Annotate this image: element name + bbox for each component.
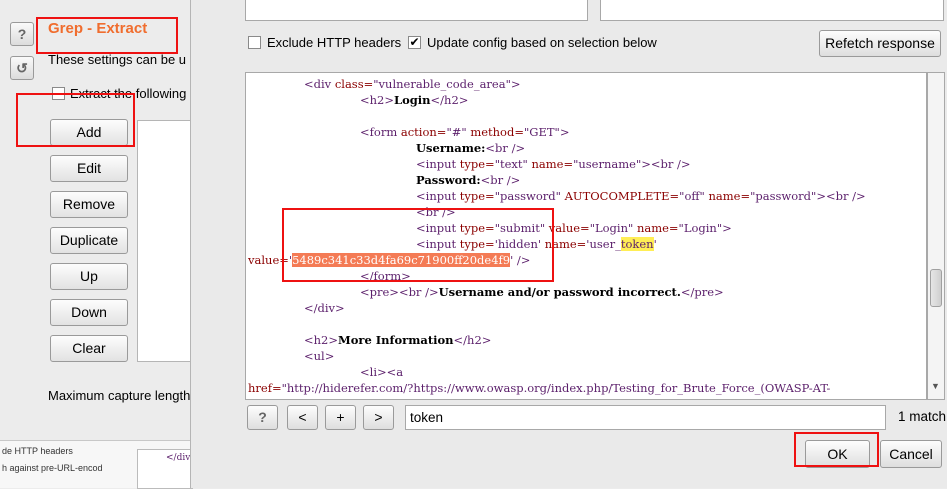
update-config-checkbox[interactable]: ✔ bbox=[408, 36, 421, 49]
code-line: href="http://hiderefer.com/?https://www.… bbox=[248, 381, 831, 395]
code-line: <input type="text" name="username"><br /… bbox=[416, 157, 691, 171]
remove-button[interactable]: Remove bbox=[50, 191, 128, 218]
code-line: <li><a bbox=[360, 365, 404, 379]
duplicate-button[interactable]: Duplicate bbox=[50, 227, 128, 254]
background-text: de HTTP headers bbox=[2, 446, 73, 456]
code-scrollbar[interactable]: ▼ bbox=[927, 72, 945, 400]
start-expression-field[interactable] bbox=[245, 0, 588, 21]
response-code-view[interactable]: <div class="vulnerable_code_area"> <h2>L… bbox=[245, 72, 927, 400]
next-match-button[interactable]: > bbox=[363, 405, 394, 430]
rules-list[interactable] bbox=[137, 120, 192, 362]
code-line: <input type="password" AUTOCOMPLETE="off… bbox=[416, 189, 866, 203]
extract-settings-panel: ? ↺ Grep - Extract These settings can be… bbox=[0, 0, 200, 489]
help-button[interactable]: ? bbox=[10, 22, 34, 46]
title-highlight-box bbox=[36, 17, 178, 54]
previous-match-button[interactable]: < bbox=[287, 405, 318, 430]
cancel-button[interactable]: Cancel bbox=[880, 440, 942, 468]
scrollbar-thumb[interactable] bbox=[930, 269, 942, 307]
chevron-left-icon: < bbox=[298, 409, 307, 425]
exclude-headers-label: Exclude HTTP headers bbox=[267, 35, 402, 50]
code-line: Password:<br /> bbox=[416, 173, 521, 187]
search-input[interactable]: token bbox=[405, 405, 886, 430]
code-line: <h2>Login</h2> bbox=[360, 93, 469, 107]
checkmark-icon: ✔ bbox=[409, 35, 420, 49]
code-line: Username:<br /> bbox=[416, 141, 526, 155]
help-icon: ? bbox=[258, 409, 267, 425]
selection-highlight-box bbox=[282, 208, 554, 282]
code-line: <form action="#" method="GET"> bbox=[360, 125, 570, 139]
settings-description: These settings can be u bbox=[48, 52, 187, 67]
add-search-button[interactable]: + bbox=[325, 405, 356, 430]
match-count: 1 match bbox=[898, 409, 947, 424]
code-line: <pre><br />Username and/or password inco… bbox=[360, 285, 724, 299]
background-window-strip: de HTTP headers h against pre-URL-encod … bbox=[0, 440, 200, 489]
edit-button[interactable]: Edit bbox=[50, 155, 128, 182]
add-highlight-box bbox=[16, 93, 135, 147]
down-button[interactable]: Down bbox=[50, 299, 128, 326]
help-icon: ? bbox=[17, 26, 27, 42]
code-line: <div class="vulnerable_code_area"> bbox=[304, 77, 521, 91]
code-line: <h2>More Information</h2> bbox=[304, 333, 492, 347]
plus-icon: + bbox=[336, 409, 345, 425]
background-text: h against pre-URL-encod bbox=[2, 463, 103, 473]
max-capture-label: Maximum capture length bbox=[48, 388, 190, 403]
clear-button[interactable]: Clear bbox=[50, 335, 128, 362]
refresh-icon: ↺ bbox=[16, 59, 28, 76]
background-code-box: </div> bbox=[137, 449, 198, 489]
scroll-down-icon[interactable]: ▼ bbox=[931, 381, 940, 391]
end-expression-field[interactable] bbox=[600, 0, 944, 21]
update-config-label: Update config based on selection below bbox=[427, 35, 657, 50]
exclude-headers-checkbox[interactable] bbox=[248, 36, 261, 49]
refetch-response-button[interactable]: Refetch response bbox=[819, 30, 941, 57]
code-line: <ul> bbox=[304, 349, 335, 363]
ok-highlight-box bbox=[794, 432, 879, 467]
search-help-button[interactable]: ? bbox=[247, 405, 278, 430]
chevron-right-icon: > bbox=[374, 409, 383, 425]
search-match-highlight: token bbox=[620, 237, 654, 251]
up-button[interactable]: Up bbox=[50, 263, 128, 290]
code-line: </div> bbox=[304, 301, 345, 315]
refresh-button[interactable]: ↺ bbox=[10, 56, 34, 80]
